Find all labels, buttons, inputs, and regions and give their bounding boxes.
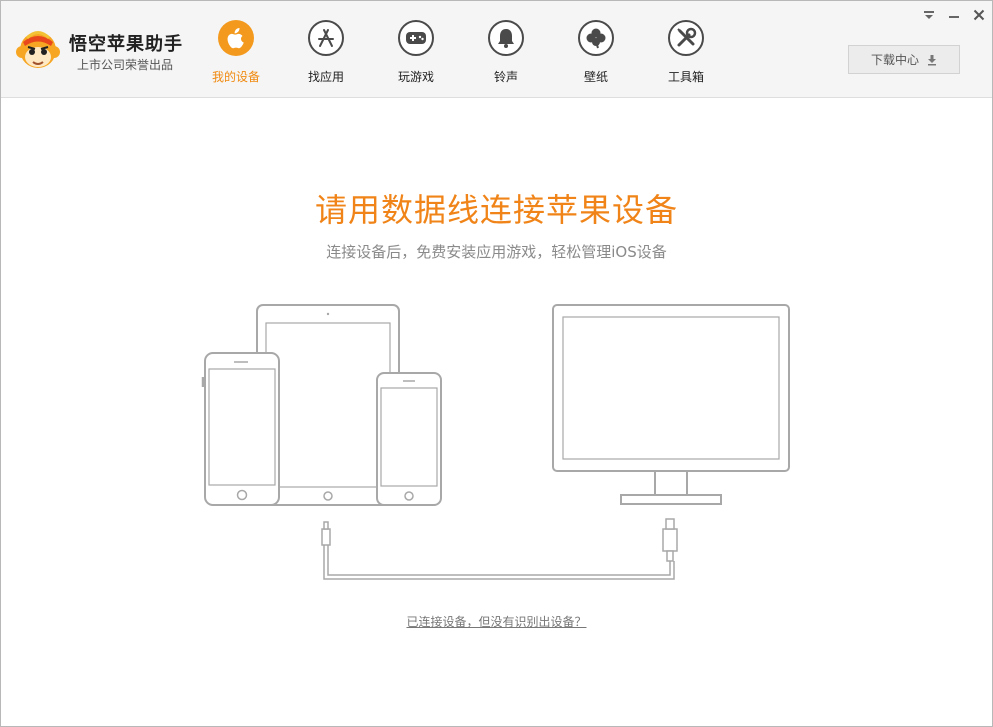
close-button[interactable] — [971, 7, 987, 23]
connect-headline: 请用数据线连接苹果设备 — [314, 191, 678, 229]
tab-label: 我的设备 — [211, 70, 260, 84]
app-subtitle: 上市公司荣誉出品 — [77, 58, 174, 72]
tab-label: 找应用 — [307, 70, 344, 84]
close-icon — [973, 9, 985, 21]
tab-find-apps[interactable]: 找应用 — [291, 20, 361, 85]
tab-toolbox[interactable]: 工具箱 — [651, 20, 721, 85]
app-title: 悟空苹果助手 — [69, 34, 183, 55]
iphone-large-icon — [201, 352, 280, 506]
tab-wallpapers[interactable]: 壁纸 — [561, 20, 631, 85]
download-center-button[interactable]: 下载中心 — [848, 45, 960, 74]
bell-icon — [488, 20, 524, 56]
app-store-icon — [308, 20, 344, 56]
minimize-icon — [949, 16, 959, 18]
menu-icon — [924, 11, 934, 19]
title-bar: 悟空苹果助手 上市公司荣誉出品 我的设备 找应用 玩游戏 铃声 壁纸 工具箱 下… — [1, 1, 992, 98]
app-window: 悟空苹果助手 上市公司荣誉出品 我的设备 找应用 玩游戏 铃声 壁纸 工具箱 下… — [0, 0, 993, 727]
clover-icon — [578, 20, 614, 56]
tab-label: 铃声 — [493, 70, 518, 84]
monitor-icon — [552, 304, 790, 505]
download-center-label: 下载中心 — [870, 53, 919, 67]
tab-ringtones[interactable]: 铃声 — [471, 20, 541, 85]
tools-icon — [668, 20, 704, 56]
connect-subline: 连接设备后，免费安装应用游戏，轻松管理iOS设备 — [326, 243, 667, 261]
gamepad-icon — [398, 20, 434, 56]
tab-label: 工具箱 — [667, 70, 704, 84]
tab-label: 壁纸 — [583, 70, 608, 84]
device-not-recognized-link[interactable]: 已连接设备，但没有识别出设备？ — [1, 613, 992, 630]
tab-label: 玩游戏 — [397, 70, 434, 84]
iphone-small-icon — [376, 372, 442, 506]
tab-my-device[interactable]: 我的设备 — [201, 20, 271, 85]
device-connection-illustration — [201, 304, 790, 580]
monkey-logo — [16, 31, 60, 68]
apple-icon — [218, 20, 254, 56]
menu-dropdown-button[interactable] — [921, 7, 937, 23]
download-icon — [928, 54, 936, 65]
usb-cable-icon — [321, 518, 678, 580]
minimize-button[interactable] — [946, 7, 962, 23]
tab-games[interactable]: 玩游戏 — [381, 20, 451, 85]
